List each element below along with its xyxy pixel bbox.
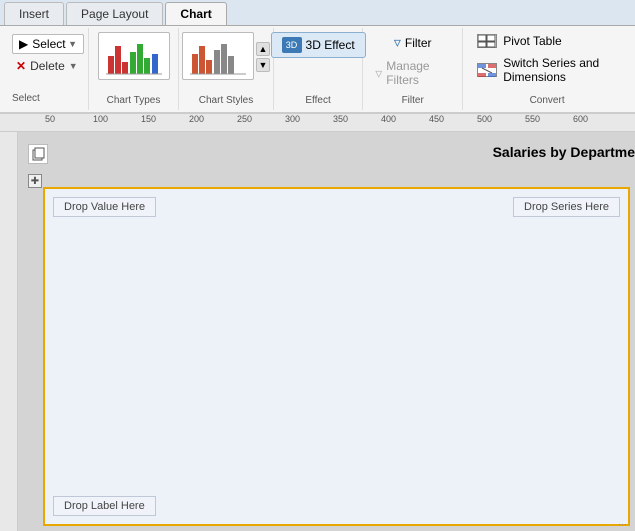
tab-bar: Insert Page Layout Chart <box>0 0 635 26</box>
select-button[interactable]: ▶ Select ▼ <box>12 34 84 54</box>
canvas-area: Salaries by Departme ✚ Drop Value Here D… <box>18 132 635 531</box>
switch-series-button[interactable]: Switch Series and Dimensions <box>471 54 623 86</box>
delete-x-icon: ✕ <box>16 59 26 73</box>
pivot-table-icon <box>477 34 497 48</box>
chart-types-label: Chart Types <box>107 93 161 106</box>
chart-styles-label: Chart Styles <box>199 93 253 106</box>
style-up-arrow[interactable]: ▲ <box>256 42 270 56</box>
resize-handle[interactable]: … <box>618 514 628 524</box>
tab-insert[interactable]: Insert <box>4 2 64 25</box>
vertical-ruler <box>0 132 18 531</box>
drop-label-label: Drop Label Here <box>53 496 156 516</box>
tab-chart[interactable]: Chart <box>165 2 226 25</box>
copy-icon-button[interactable] <box>28 144 48 164</box>
cursor-icon: ▶ <box>19 37 28 51</box>
filter-group: ▿ Filter ▿ Manage Filters Filter <box>363 28 463 110</box>
move-icon: ✚ <box>31 176 39 187</box>
convert-label: Convert <box>530 93 565 106</box>
ribbon: Insert Page Layout Chart ▶ Select ▼ ✕ De… <box>0 0 635 114</box>
drop-series-zone[interactable]: Drop Series Here <box>513 197 620 217</box>
drop-value-label: Drop Value Here <box>53 197 156 217</box>
filter-button[interactable]: ▿ Filter <box>390 32 436 53</box>
chart-title: Salaries by Departme <box>493 144 635 160</box>
drop-label-zone[interactable]: Drop Label Here <box>53 496 156 516</box>
pivot-table-button[interactable]: Pivot Table <box>471 32 623 50</box>
select-arrow-icon: ▼ <box>68 39 77 49</box>
select-group: ▶ Select ▼ ✕ Delete ▼ Select <box>4 28 89 110</box>
drop-series-label: Drop Series Here <box>513 197 620 217</box>
filter-icon: ▿ <box>394 34 401 51</box>
manage-filters-button[interactable]: ▿ Manage Filters <box>371 57 454 89</box>
bar-chart-svg <box>104 36 164 76</box>
delete-button[interactable]: ✕ Delete ▼ <box>12 57 82 75</box>
chart-types-group: Chart Types <box>89 28 179 110</box>
toolbar: ▶ Select ▼ ✕ Delete ▼ Select <box>0 26 635 113</box>
chart-styles-group: ▲ ▼ Chart Styles <box>179 28 274 110</box>
delete-arrow-icon: ▼ <box>69 61 78 71</box>
move-handle[interactable]: ✚ <box>28 174 42 188</box>
effect-label: Effect <box>305 93 330 106</box>
manage-filter-icon: ▿ <box>375 65 382 82</box>
effect-button[interactable]: 3D 3D Effect <box>271 32 366 58</box>
horizontal-ruler: 50 100 150 200 250 300 350 400 450 500 5… <box>0 114 635 132</box>
filter-label: Filter <box>402 93 424 106</box>
switch-series-icon <box>477 63 497 77</box>
chart-style-svg <box>188 36 248 76</box>
copy-icon <box>31 147 45 161</box>
select-group-label: Select <box>12 91 40 104</box>
style-down-arrow[interactable]: ▼ <box>256 58 270 72</box>
tab-page-layout[interactable]: Page Layout <box>66 2 163 25</box>
effect-group: 3D 3D Effect Effect <box>274 28 363 110</box>
chart-style-icon[interactable] <box>182 32 254 80</box>
drop-value-zone[interactable]: Drop Value Here <box>53 197 156 217</box>
convert-group: Pivot Table Switch Series and Dimensions… <box>463 28 631 110</box>
resize-icon: … <box>618 517 627 527</box>
main-area: Salaries by Departme ✚ Drop Value Here D… <box>0 132 635 531</box>
chart-type-icon[interactable] <box>98 32 170 80</box>
chart-box: Drop Value Here Drop Series Here Drop La… <box>43 187 630 526</box>
3d-effect-icon: 3D <box>282 37 302 53</box>
